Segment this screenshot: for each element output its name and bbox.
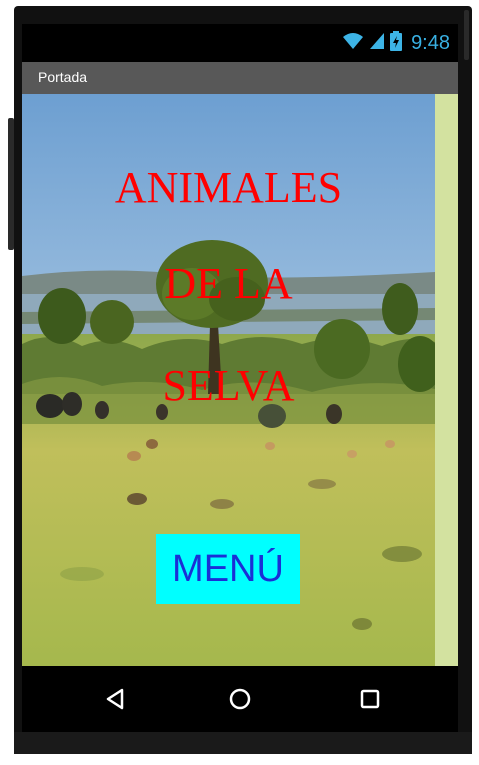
side-strip xyxy=(435,94,458,666)
title-bar: Portada xyxy=(22,62,458,94)
phone-side-button xyxy=(8,118,14,250)
status-icons: 9:48 xyxy=(342,31,450,56)
status-bar: 9:48 xyxy=(22,24,458,62)
page: 9:48 Portada ANIMALES DE LA SELVA MENÚ xyxy=(0,0,479,765)
headline-line-3: SELVA xyxy=(162,361,295,410)
status-time: 9:48 xyxy=(411,32,450,54)
recent-apps-icon[interactable] xyxy=(355,684,385,714)
headline-line-1: ANIMALES xyxy=(114,163,343,212)
headline-line-2: DE LA xyxy=(164,259,293,308)
menu-button[interactable]: MENÚ xyxy=(156,534,300,604)
signal-icon xyxy=(369,32,385,55)
phone-bottom xyxy=(14,732,472,754)
navigation-bar xyxy=(22,666,458,732)
screen-content: ANIMALES DE LA SELVA MENÚ xyxy=(22,94,458,666)
phone-power-button xyxy=(464,10,469,60)
battery-charging-icon xyxy=(390,31,403,56)
back-icon[interactable] xyxy=(100,684,130,714)
background-image: ANIMALES DE LA SELVA MENÚ xyxy=(22,94,435,666)
screen-title: Portada xyxy=(38,69,88,85)
home-icon[interactable] xyxy=(225,684,255,714)
wifi-icon xyxy=(342,32,364,55)
